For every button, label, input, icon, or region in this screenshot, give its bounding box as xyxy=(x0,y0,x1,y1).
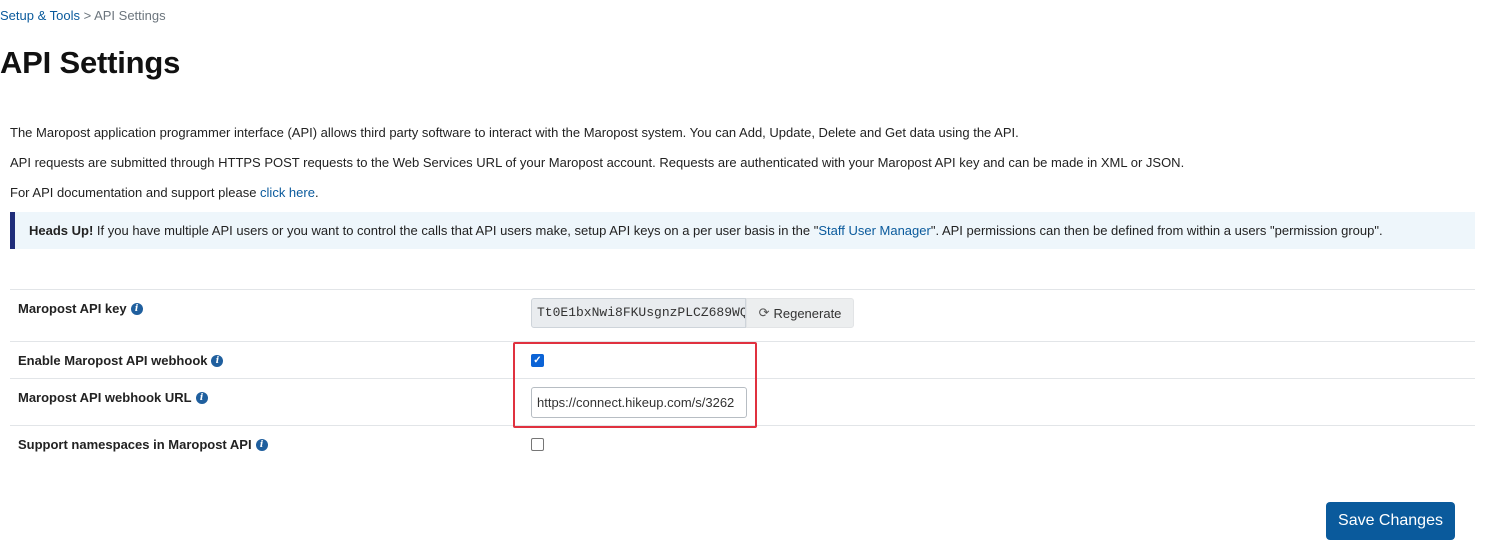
intro-line-3-prefix: For API documentation and support please xyxy=(10,185,261,200)
api-key-label: Maropost API key i xyxy=(18,301,143,316)
save-changes-button[interactable]: Save Changes xyxy=(1326,502,1455,540)
webhook-enabled-label-text: Enable Maropost API webhook xyxy=(18,353,208,368)
regenerate-label: Regenerate xyxy=(773,305,842,321)
row-divider xyxy=(10,289,1475,290)
api-key-label-text: Maropost API key xyxy=(18,301,127,316)
webhook-url-label-text: Maropost API webhook URL xyxy=(18,390,192,405)
info-icon[interactable]: i xyxy=(255,438,268,451)
heads-up-alert: Heads Up! If you have multiple API users… xyxy=(10,212,1475,249)
alert-text-1: If you have multiple API users or you wa… xyxy=(93,223,819,238)
info-icon[interactable]: i xyxy=(195,391,208,404)
namespaces-label-text: Support namespaces in Maropost API xyxy=(18,437,252,452)
regenerate-button[interactable]: ⟳ Regenerate xyxy=(746,298,854,328)
intro-line-3: For API documentation and support please… xyxy=(10,185,319,200)
namespaces-checkbox[interactable] xyxy=(531,438,544,451)
alert-text-2: ". API permissions can then be defined f… xyxy=(930,223,1383,238)
info-icon[interactable]: i xyxy=(211,354,224,367)
breadcrumb: Setup & Tools > API Settings xyxy=(0,8,166,23)
intro-line-1: The Maropost application programmer inte… xyxy=(10,125,1019,140)
highlight-annotation-box xyxy=(513,342,757,428)
intro-line-3-suffix: . xyxy=(314,185,319,200)
breadcrumb-separator: > xyxy=(79,8,95,23)
namespaces-label: Support namespaces in Maropost API i xyxy=(18,437,268,452)
page-title: API Settings xyxy=(0,45,181,80)
info-icon[interactable]: i xyxy=(130,302,143,315)
webhook-enabled-label: Enable Maropost API webhook i xyxy=(18,353,224,368)
webhook-url-label: Maropost API webhook URL i xyxy=(18,390,208,405)
staff-user-manager-link[interactable]: Staff User Manager xyxy=(818,223,930,238)
breadcrumb-link-setup-tools[interactable]: Setup & Tools xyxy=(0,8,80,23)
refresh-icon: ⟳ xyxy=(758,305,770,320)
breadcrumb-current: API Settings xyxy=(94,8,166,23)
docs-link[interactable]: click here xyxy=(260,185,315,200)
alert-strong: Heads Up! xyxy=(29,223,94,238)
intro-line-2: API requests are submitted through HTTPS… xyxy=(10,155,1185,170)
api-key-field[interactable]: Tt0E1bxNwi8FKUsgnzPLCZ689WQf xyxy=(531,298,746,328)
